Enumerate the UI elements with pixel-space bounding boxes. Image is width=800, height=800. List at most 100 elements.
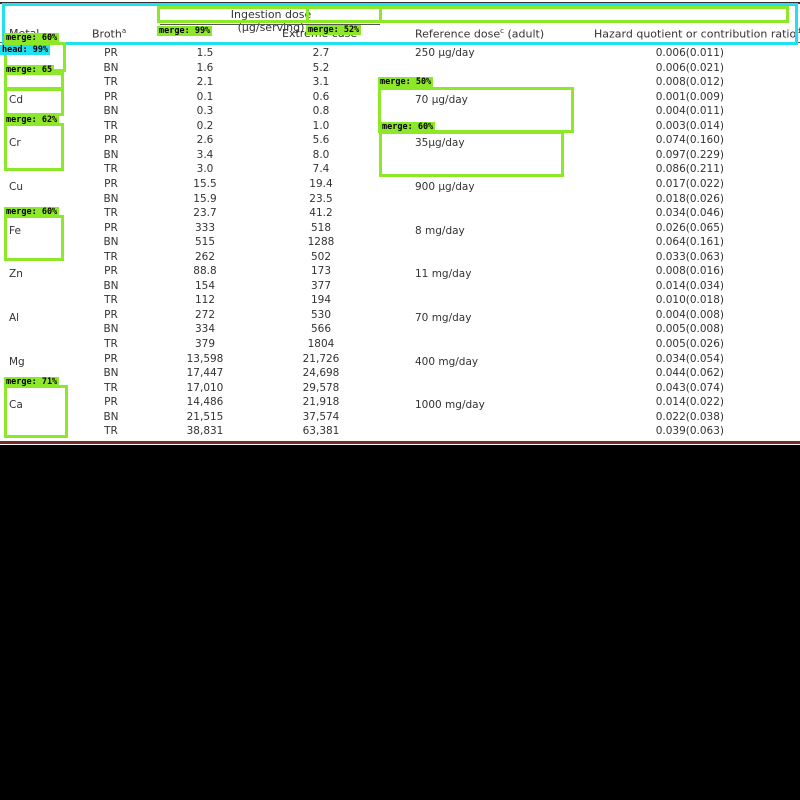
hazard-quotient-cell: 0.014(0.022) xyxy=(655,396,724,408)
merge-box-cd xyxy=(4,88,64,116)
hazard-quotient-cell: 0.043(0.074) xyxy=(655,382,724,394)
extreme-case-cell: 37,574 xyxy=(302,411,340,423)
broth-cell: TR xyxy=(104,207,118,219)
tag-merge-ref-cd: merge: 50% xyxy=(378,77,434,87)
broth-cell: BN xyxy=(103,323,119,335)
extreme-case-cell: 0.6 xyxy=(312,91,330,103)
hazard-quotient-cell: 0.039(0.063) xyxy=(655,425,724,437)
broth-cell: PR xyxy=(104,265,118,277)
ingestion-dose-cell: 334 xyxy=(194,323,216,335)
ingestion-dose-cell: 379 xyxy=(194,338,216,350)
extreme-case-cell: 3.1 xyxy=(312,76,330,88)
merge-box-header-right xyxy=(306,6,789,23)
extreme-case-cell: 29,578 xyxy=(302,382,340,394)
tag-merge-header-99: merge: 99% xyxy=(157,26,213,36)
broth-cell: PR xyxy=(104,178,118,190)
tag-merge-ref-cr: merge: 60% xyxy=(380,122,436,132)
metal-cell: Zn xyxy=(9,268,23,280)
hazard-quotient-cell: 0.064(0.161) xyxy=(655,236,724,248)
broth-cell: TR xyxy=(104,251,118,263)
hazard-quotient-cell: 0.034(0.054) xyxy=(655,353,724,365)
reference-dose-cell: 70 mg/day xyxy=(415,312,472,324)
extreme-case-cell: 24,698 xyxy=(302,367,340,379)
tag-merge-metal: merge: 60% xyxy=(4,33,60,43)
extreme-case-cell: 21,918 xyxy=(302,396,340,408)
hazard-quotient-cell: 0.006(0.011) xyxy=(655,47,724,59)
hazard-quotient-cell: 0.018(0.026) xyxy=(655,193,724,205)
extreme-case-cell: 23.5 xyxy=(309,193,333,205)
hazard-quotient-cell: 0.001(0.009) xyxy=(655,91,724,103)
ingestion-dose-cell: 0.2 xyxy=(196,120,214,132)
ingestion-dose-cell: 38,831 xyxy=(186,425,224,437)
merge-box-fe xyxy=(4,215,64,261)
broth-cell: TR xyxy=(104,76,118,88)
hazard-quotient-cell: 0.005(0.008) xyxy=(655,323,724,335)
extreme-case-cell: 0.8 xyxy=(312,105,330,117)
broth-cell: BN xyxy=(103,280,119,292)
ingestion-dose-cell: 0.1 xyxy=(196,91,214,103)
metal-cell: Mg xyxy=(9,356,25,368)
ingestion-dose-cell: 272 xyxy=(194,309,216,321)
broth-cell: PR xyxy=(104,91,118,103)
extreme-case-cell: 530 xyxy=(310,309,332,321)
tag-merge-header-52: merge: 52% xyxy=(306,25,362,35)
extreme-case-cell: 377 xyxy=(310,280,332,292)
ingestion-dose-cell: 333 xyxy=(194,222,216,234)
metal-cell: Al xyxy=(9,312,20,324)
ingestion-dose-cell: 3.4 xyxy=(196,149,214,161)
tag-head: head: 99% xyxy=(0,45,51,55)
merge-box-ca xyxy=(4,385,68,438)
hazard-quotient-cell: 0.097(0.229) xyxy=(655,149,724,161)
hazard-quotient-cell: 0.017(0.022) xyxy=(655,178,724,190)
reference-dose-cell: 1000 mg/day xyxy=(415,399,485,411)
extreme-case-cell: 1804 xyxy=(307,338,335,350)
ingestion-dose-cell: 2.1 xyxy=(196,76,214,88)
extreme-case-cell: 8.0 xyxy=(312,149,330,161)
hazard-quotient-cell: 0.026(0.065) xyxy=(655,222,724,234)
broth-cell: TR xyxy=(104,425,118,437)
hazard-quotient-cell: 0.008(0.012) xyxy=(655,76,724,88)
metal-cell: Cu xyxy=(9,181,23,193)
ingestion-dose-cell: 154 xyxy=(194,280,216,292)
broth-cell: BN xyxy=(103,105,119,117)
reference-dose-cell: 900 μg/day xyxy=(415,181,475,193)
hazard-quotient-cell: 0.005(0.026) xyxy=(655,338,724,350)
broth-cell: BN xyxy=(103,149,119,161)
ingestion-dose-cell: 1.6 xyxy=(196,62,214,74)
hazard-quotient-cell: 0.006(0.021) xyxy=(655,62,724,74)
extreme-case-cell: 1288 xyxy=(307,236,335,248)
hazard-quotient-cell: 0.010(0.018) xyxy=(655,294,724,306)
tag-merge-fe: merge: 60% xyxy=(4,207,60,217)
ingestion-dose-cell: 14,486 xyxy=(186,396,224,408)
hazard-quotient-cell: 0.034(0.046) xyxy=(655,207,724,219)
broth-cell: PR xyxy=(104,134,118,146)
merge-box-cr xyxy=(4,123,64,171)
ingestion-dose-cell: 23.7 xyxy=(193,207,217,219)
reference-dose-cell: 400 mg/day xyxy=(415,356,479,368)
extreme-case-cell: 7.4 xyxy=(312,163,330,175)
ingestion-dose-cell: 13,598 xyxy=(186,353,224,365)
broth-cell: BN xyxy=(103,193,119,205)
extreme-case-cell: 5.2 xyxy=(312,62,330,74)
ingestion-dose-cell: 262 xyxy=(194,251,216,263)
hazard-quotient-cell: 0.014(0.034) xyxy=(655,280,724,292)
extreme-case-cell: 63,381 xyxy=(302,425,340,437)
broth-cell: PR xyxy=(104,396,118,408)
broth-cell: TR xyxy=(104,120,118,132)
hazard-quotient-cell: 0.022(0.038) xyxy=(655,411,724,423)
hazard-quotient-cell: 0.086(0.211) xyxy=(655,163,724,175)
extreme-case-cell: 19.4 xyxy=(309,178,333,190)
extreme-case-cell: 21,726 xyxy=(302,353,340,365)
ingestion-dose-cell: 15.9 xyxy=(193,193,217,205)
tag-merge-65: merge: 65 xyxy=(4,65,55,75)
ingestion-dose-cell: 112 xyxy=(194,294,216,306)
hazard-quotient-cell: 0.004(0.011) xyxy=(655,105,724,117)
broth-cell: BN xyxy=(103,411,119,423)
hazard-quotient-cell: 0.008(0.016) xyxy=(655,265,724,277)
extreme-case-cell: 173 xyxy=(310,265,332,277)
hazard-quotient-cell: 0.074(0.160) xyxy=(655,134,724,146)
broth-cell: PR xyxy=(104,222,118,234)
hazard-quotient-cell: 0.033(0.063) xyxy=(655,251,724,263)
ingestion-dose-cell: 21,515 xyxy=(186,411,224,423)
broth-cell: PR xyxy=(104,353,118,365)
